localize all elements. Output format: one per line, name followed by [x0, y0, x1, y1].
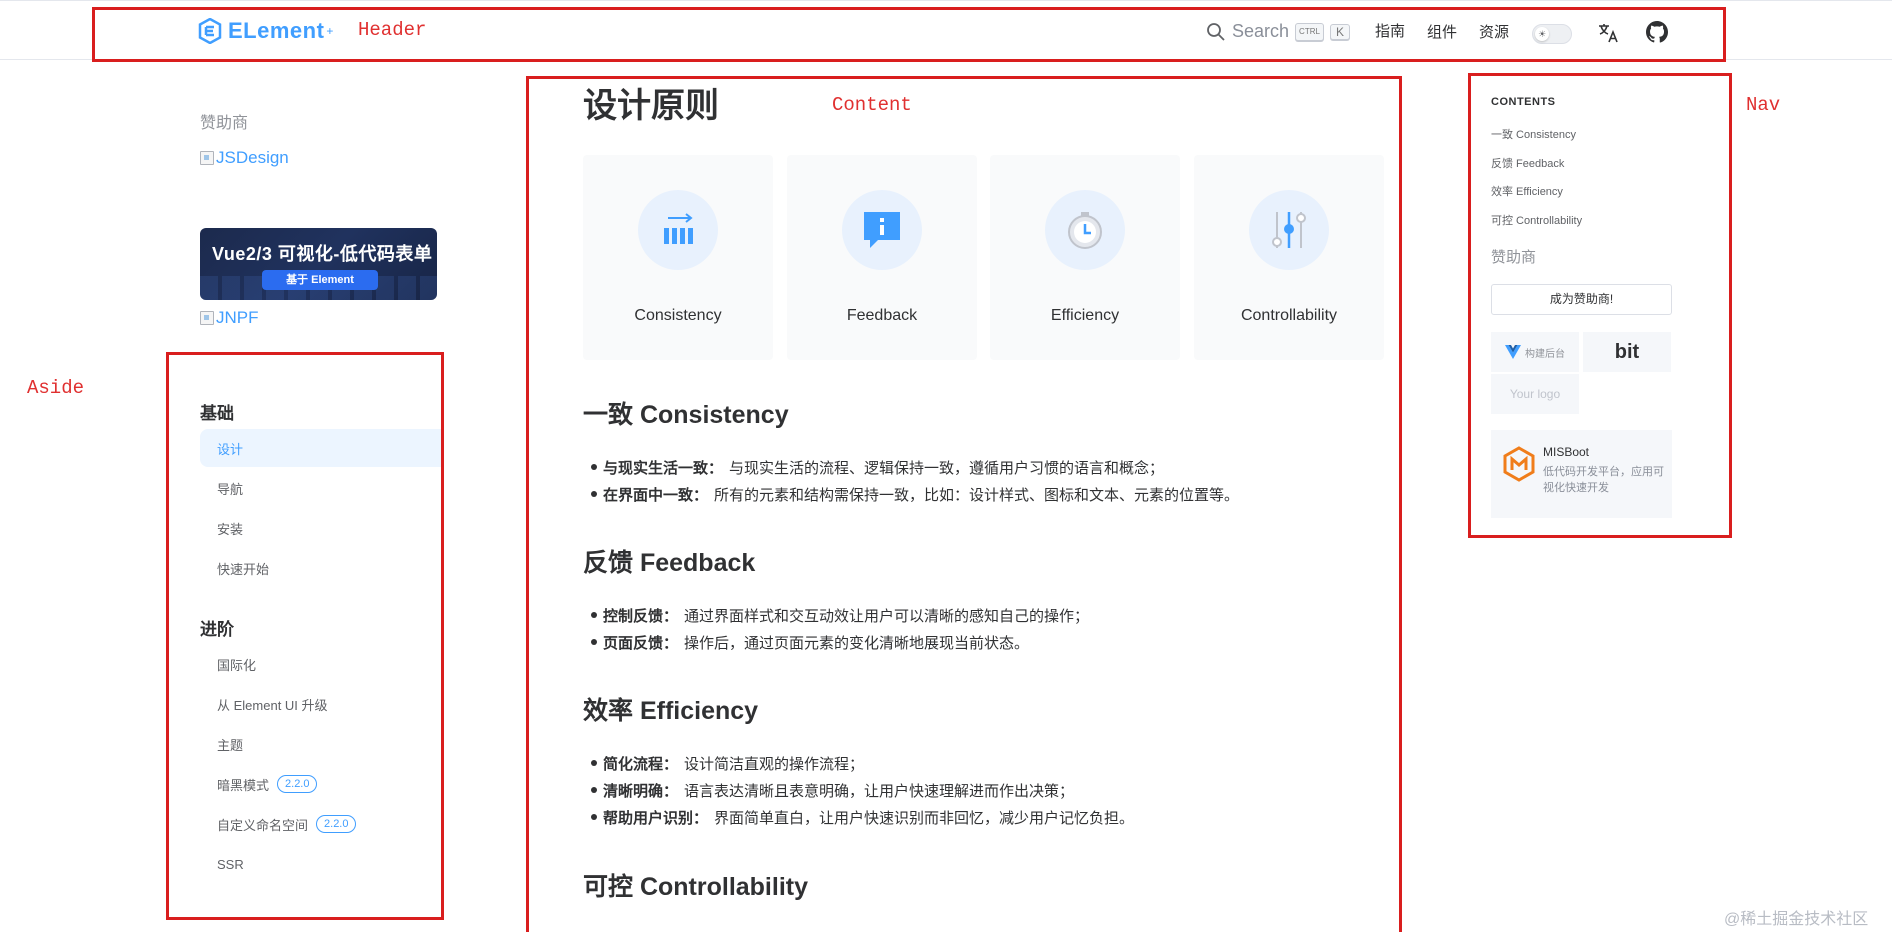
- sponsor-jnpf-alt: JNPF: [216, 308, 259, 327]
- aside-annotation-box: [166, 352, 444, 920]
- header-annotation-box: [92, 7, 1726, 62]
- sponsor-jsdesign[interactable]: JSDesign: [200, 148, 289, 168]
- aside-sponsor-title: 赞助商: [200, 115, 249, 132]
- nav-annotation-box: [1468, 73, 1732, 538]
- banner-pill: 基于 Element: [262, 270, 378, 290]
- content-annotation-label: Content: [832, 94, 912, 116]
- banner-title: Vue2/3 可视化-低代码表单: [212, 244, 433, 264]
- aside-annotation-label: Aside: [27, 377, 85, 399]
- sponsor-jnpf[interactable]: JNPF: [200, 308, 259, 328]
- nav-annotation-label: Nav: [1746, 94, 1781, 116]
- watermark: @稀土掘金技术社区: [1724, 911, 1869, 928]
- broken-image-icon: [200, 311, 214, 325]
- sponsor-jsdesign-alt: JSDesign: [216, 148, 289, 167]
- content-annotation-box: [526, 76, 1402, 932]
- sponsor-vue-banner[interactable]: Vue2/3 可视化-低代码表单 基于 Element: [200, 228, 437, 300]
- broken-image-icon: [200, 151, 214, 165]
- header-annotation-label: Header: [358, 19, 427, 41]
